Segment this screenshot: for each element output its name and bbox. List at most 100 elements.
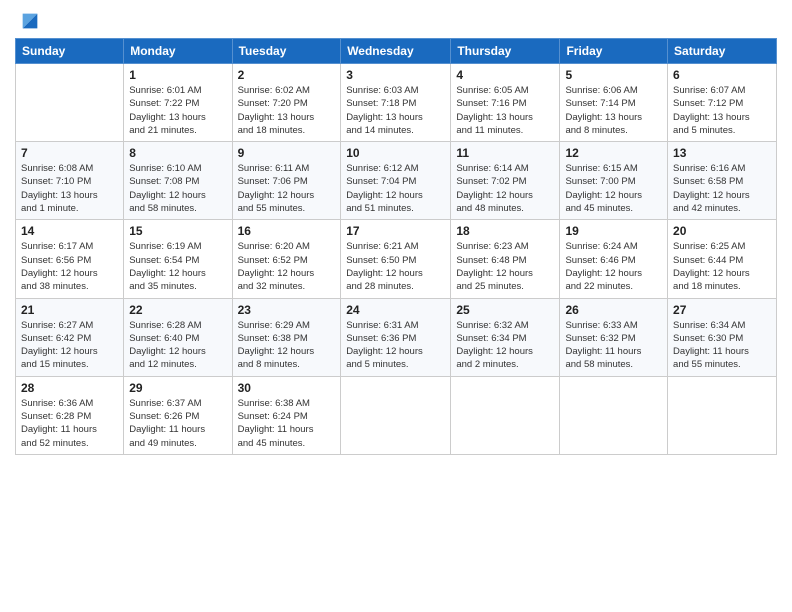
calendar-cell: 29 Sunrise: 6:37 AM Sunset: 6:26 PM Dayli… (124, 376, 232, 454)
calendar-cell: 28 Sunrise: 6:36 AM Sunset: 6:28 PM Dayli… (16, 376, 124, 454)
calendar-cell: 19 Sunrise: 6:24 AM Sunset: 6:46 PM Dayli… (560, 220, 668, 298)
day-info: Sunrise: 6:14 AM Sunset: 7:02 PM Dayligh… (456, 162, 554, 215)
calendar-cell: 23 Sunrise: 6:29 AM Sunset: 6:38 PM Dayli… (232, 298, 341, 376)
calendar-cell: 6 Sunrise: 6:07 AM Sunset: 7:12 PM Daylig… (668, 64, 777, 142)
calendar-cell: 14 Sunrise: 6:17 AM Sunset: 6:56 PM Dayli… (16, 220, 124, 298)
day-number: 22 (129, 303, 226, 317)
day-info: Sunrise: 6:19 AM Sunset: 6:54 PM Dayligh… (129, 240, 226, 293)
calendar-cell: 1 Sunrise: 6:01 AM Sunset: 7:22 PM Daylig… (124, 64, 232, 142)
calendar-day-header: Friday (560, 39, 668, 64)
day-info: Sunrise: 6:11 AM Sunset: 7:06 PM Dayligh… (238, 162, 336, 215)
day-number: 16 (238, 224, 336, 238)
day-info: Sunrise: 6:08 AM Sunset: 7:10 PM Dayligh… (21, 162, 118, 215)
calendar-cell: 2 Sunrise: 6:02 AM Sunset: 7:20 PM Daylig… (232, 64, 341, 142)
calendar-cell: 24 Sunrise: 6:31 AM Sunset: 6:36 PM Dayli… (341, 298, 451, 376)
day-info: Sunrise: 6:23 AM Sunset: 6:48 PM Dayligh… (456, 240, 554, 293)
day-info: Sunrise: 6:03 AM Sunset: 7:18 PM Dayligh… (346, 84, 445, 137)
calendar-week-row: 21 Sunrise: 6:27 AM Sunset: 6:42 PM Dayli… (16, 298, 777, 376)
day-number: 18 (456, 224, 554, 238)
day-number: 7 (21, 146, 118, 160)
day-number: 1 (129, 68, 226, 82)
day-number: 15 (129, 224, 226, 238)
calendar-day-header: Tuesday (232, 39, 341, 64)
day-info: Sunrise: 6:32 AM Sunset: 6:34 PM Dayligh… (456, 319, 554, 372)
day-info: Sunrise: 6:37 AM Sunset: 6:26 PM Dayligh… (129, 397, 226, 450)
calendar-cell: 11 Sunrise: 6:14 AM Sunset: 7:02 PM Dayli… (451, 142, 560, 220)
calendar-cell (16, 64, 124, 142)
day-info: Sunrise: 6:10 AM Sunset: 7:08 PM Dayligh… (129, 162, 226, 215)
day-info: Sunrise: 6:15 AM Sunset: 7:00 PM Dayligh… (565, 162, 662, 215)
day-info: Sunrise: 6:17 AM Sunset: 6:56 PM Dayligh… (21, 240, 118, 293)
day-info: Sunrise: 6:25 AM Sunset: 6:44 PM Dayligh… (673, 240, 771, 293)
calendar-cell: 30 Sunrise: 6:38 AM Sunset: 6:24 PM Dayli… (232, 376, 341, 454)
calendar-cell: 5Sunrise: 6:06 AM Sunset: 7:14 PM Daylig… (560, 64, 668, 142)
day-number: 2 (238, 68, 336, 82)
calendar-cell: 16Sunrise: 6:20 AM Sunset: 6:52 PM Dayli… (232, 220, 341, 298)
day-info: Sunrise: 6:21 AM Sunset: 6:50 PM Dayligh… (346, 240, 445, 293)
day-info: Sunrise: 6:27 AM Sunset: 6:42 PM Dayligh… (21, 319, 118, 372)
logo (15, 10, 41, 32)
calendar-cell (560, 376, 668, 454)
day-number: 17 (346, 224, 445, 238)
day-number: 4 (456, 68, 554, 82)
calendar-cell: 10Sunrise: 6:12 AM Sunset: 7:04 PM Dayli… (341, 142, 451, 220)
day-number: 27 (673, 303, 771, 317)
calendar-day-header: Monday (124, 39, 232, 64)
day-info: Sunrise: 6:02 AM Sunset: 7:20 PM Dayligh… (238, 84, 336, 137)
calendar-day-header: Thursday (451, 39, 560, 64)
day-number: 10 (346, 146, 445, 160)
day-info: Sunrise: 6:36 AM Sunset: 6:28 PM Dayligh… (21, 397, 118, 450)
calendar-cell: 4 Sunrise: 6:05 AM Sunset: 7:16 PM Daylig… (451, 64, 560, 142)
calendar-cell (668, 376, 777, 454)
day-info: Sunrise: 6:34 AM Sunset: 6:30 PM Dayligh… (673, 319, 771, 372)
day-info: Sunrise: 6:33 AM Sunset: 6:32 PM Dayligh… (565, 319, 662, 372)
calendar-cell: 12 Sunrise: 6:15 AM Sunset: 7:00 PM Dayli… (560, 142, 668, 220)
day-number: 8 (129, 146, 226, 160)
day-number: 13 (673, 146, 771, 160)
day-number: 20 (673, 224, 771, 238)
day-number: 11 (456, 146, 554, 160)
day-number: 21 (21, 303, 118, 317)
calendar-day-header: Wednesday (341, 39, 451, 64)
calendar-header-row: SundayMondayTuesdayWednesdayThursdayFrid… (16, 39, 777, 64)
calendar-cell: 3 Sunrise: 6:03 AM Sunset: 7:18 PM Daylig… (341, 64, 451, 142)
day-number: 24 (346, 303, 445, 317)
day-number: 5 (565, 68, 662, 82)
day-info: Sunrise: 6:07 AM Sunset: 7:12 PM Dayligh… (673, 84, 771, 137)
day-number: 25 (456, 303, 554, 317)
calendar-cell: 7 Sunrise: 6:08 AM Sunset: 7:10 PM Daylig… (16, 142, 124, 220)
day-info: Sunrise: 6:31 AM Sunset: 6:36 PM Dayligh… (346, 319, 445, 372)
day-number: 26 (565, 303, 662, 317)
day-number: 14 (21, 224, 118, 238)
logo-icon (19, 10, 41, 32)
calendar-cell: 26 Sunrise: 6:33 AM Sunset: 6:32 PM Dayli… (560, 298, 668, 376)
calendar-table: SundayMondayTuesdayWednesdayThursdayFrid… (15, 38, 777, 455)
day-number: 30 (238, 381, 336, 395)
page: SundayMondayTuesdayWednesdayThursdayFrid… (0, 0, 792, 612)
calendar-week-row: 14 Sunrise: 6:17 AM Sunset: 6:56 PM Dayli… (16, 220, 777, 298)
day-info: Sunrise: 6:16 AM Sunset: 6:58 PM Dayligh… (673, 162, 771, 215)
day-number: 28 (21, 381, 118, 395)
calendar-cell: 25 Sunrise: 6:32 AM Sunset: 6:34 PM Dayli… (451, 298, 560, 376)
day-number: 29 (129, 381, 226, 395)
calendar-day-header: Sunday (16, 39, 124, 64)
calendar-cell: 27 Sunrise: 6:34 AM Sunset: 6:30 PM Dayli… (668, 298, 777, 376)
day-number: 12 (565, 146, 662, 160)
calendar-cell: 13 Sunrise: 6:16 AM Sunset: 6:58 PM Dayli… (668, 142, 777, 220)
day-info: Sunrise: 6:24 AM Sunset: 6:46 PM Dayligh… (565, 240, 662, 293)
calendar-cell: 22 Sunrise: 6:28 AM Sunset: 6:40 PM Dayli… (124, 298, 232, 376)
day-info: Sunrise: 6:01 AM Sunset: 7:22 PM Dayligh… (129, 84, 226, 137)
day-number: 23 (238, 303, 336, 317)
calendar-day-header: Saturday (668, 39, 777, 64)
calendar-cell (451, 376, 560, 454)
day-info: Sunrise: 6:38 AM Sunset: 6:24 PM Dayligh… (238, 397, 336, 450)
day-info: Sunrise: 6:28 AM Sunset: 6:40 PM Dayligh… (129, 319, 226, 372)
day-number: 19 (565, 224, 662, 238)
day-number: 6 (673, 68, 771, 82)
day-info: Sunrise: 6:29 AM Sunset: 6:38 PM Dayligh… (238, 319, 336, 372)
calendar-cell: 15 Sunrise: 6:19 AM Sunset: 6:54 PM Dayli… (124, 220, 232, 298)
calendar-cell (341, 376, 451, 454)
calendar-week-row: 1 Sunrise: 6:01 AM Sunset: 7:22 PM Daylig… (16, 64, 777, 142)
day-number: 3 (346, 68, 445, 82)
day-info: Sunrise: 6:05 AM Sunset: 7:16 PM Dayligh… (456, 84, 554, 137)
